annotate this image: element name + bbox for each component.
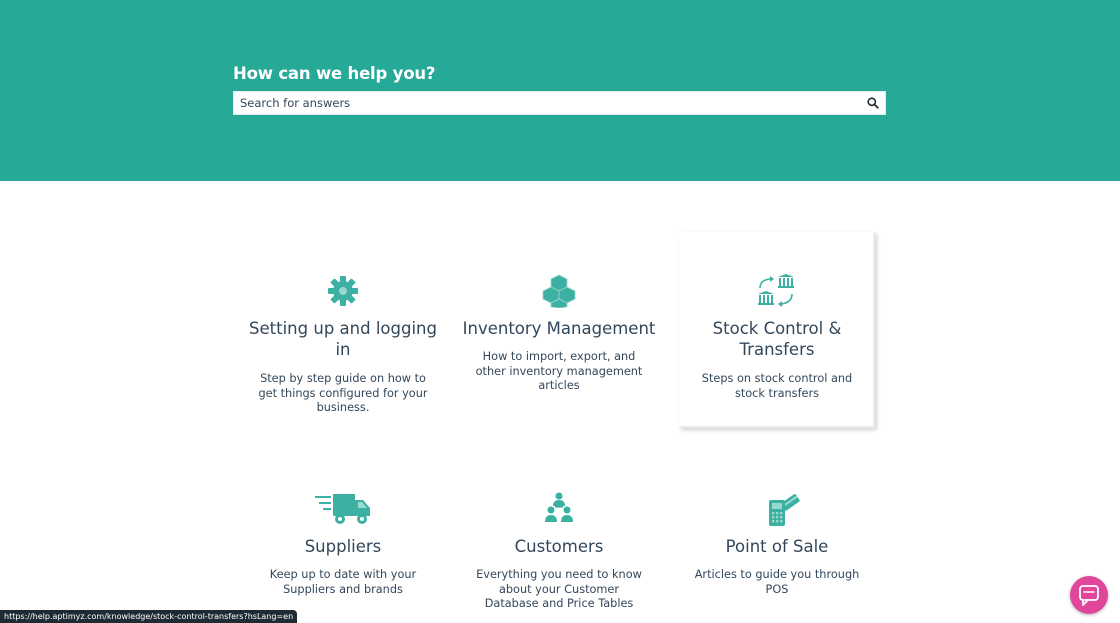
chat-icon xyxy=(1070,585,1108,618)
category-title: Stock Control & Transfers xyxy=(712,319,842,359)
category-description: Steps on stock control and stock transfe… xyxy=(701,372,853,400)
truck-icon xyxy=(315,492,371,526)
category-title: Suppliers xyxy=(304,537,382,556)
category-title: Inventory Management xyxy=(462,319,656,338)
link-status-bar: https://help.aptimyz.com/knowledge/stock… xyxy=(0,610,298,623)
category-description: How to import, export, and other invento… xyxy=(475,350,643,393)
category-card-stock-control[interactable]: Stock Control & Transfers Steps on stock… xyxy=(679,232,875,428)
chat-launcher-button[interactable] xyxy=(1070,576,1108,614)
category-title: Point of Sale xyxy=(725,537,829,556)
category-card-inventory[interactable]: Inventory Management How to import, expo… xyxy=(461,232,657,428)
search-icon[interactable] xyxy=(865,95,881,111)
category-card-suppliers[interactable]: Suppliers Keep up to date with your Supp… xyxy=(245,450,441,623)
category-description: Articles to guide you through POS xyxy=(694,568,860,596)
customers-icon xyxy=(531,492,587,526)
category-card-point-of-sale[interactable]: Point of Sale Articles to guide you thro… xyxy=(679,450,875,623)
search-input[interactable] xyxy=(234,92,854,114)
category-title: Setting up and logging in xyxy=(249,319,437,359)
category-card-setting-up[interactable]: Setting up and logging in Step by step g… xyxy=(245,232,441,428)
hero-banner: How can we help you? xyxy=(0,0,1120,181)
category-description: Step by step guide on how to get things … xyxy=(258,372,428,415)
transfer-icon xyxy=(748,274,804,308)
category-title: Customers xyxy=(514,537,604,556)
gear-icon xyxy=(315,274,371,308)
category-card-customers[interactable]: Customers Everything you need to know ab… xyxy=(461,450,657,623)
pos-terminal-icon xyxy=(749,492,805,526)
category-description: Everything you need to know about your C… xyxy=(476,568,642,611)
hero-title: How can we help you? xyxy=(233,64,436,83)
search-box[interactable] xyxy=(233,91,886,115)
category-description: Keep up to date with your Suppliers and … xyxy=(269,568,417,596)
boxes-icon xyxy=(531,274,587,309)
